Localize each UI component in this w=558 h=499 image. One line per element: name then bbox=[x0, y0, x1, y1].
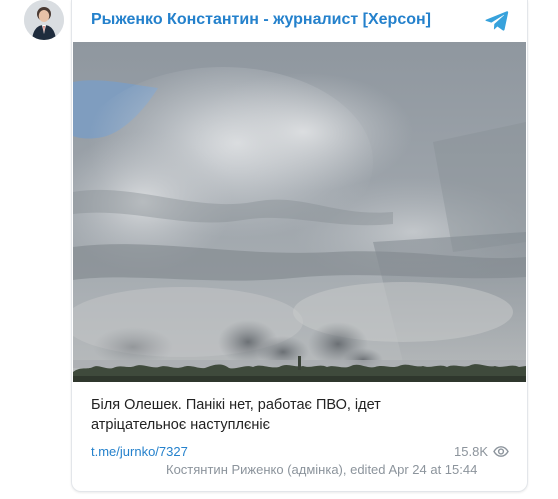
post-text-line-1: Біля Олешек. Панікі нет, работає ПВО, ід… bbox=[91, 397, 381, 413]
view-count-value: 15.8K bbox=[454, 444, 488, 459]
post-author: Костянтин Риженко (адмінка), edited bbox=[166, 462, 386, 477]
post-photo[interactable] bbox=[73, 42, 526, 382]
eye-icon bbox=[493, 446, 509, 457]
avatar-image bbox=[24, 0, 64, 40]
post-date[interactable]: Apr 24 at 15:44 bbox=[388, 462, 477, 477]
view-count: 15.8K bbox=[454, 444, 509, 459]
cloudy-sky-photo bbox=[73, 42, 526, 382]
channel-title[interactable]: Рыженко Константин - журналист [Херсон] bbox=[91, 11, 431, 29]
telegram-icon[interactable] bbox=[485, 10, 509, 32]
channel-avatar[interactable] bbox=[24, 0, 64, 40]
post-header: Рыженко Константин - журналист [Херсон] bbox=[72, 0, 527, 42]
post-text-line-2: атріцательноє наступлєніє bbox=[91, 417, 271, 433]
post-link[interactable]: t.me/jurnko/7327 bbox=[91, 444, 188, 459]
post-meta: Костянтин Риженко (адмінка), edited Apr … bbox=[166, 462, 477, 477]
post-text: Біля Олешек. Панікі нет, работає ПВО, ід… bbox=[91, 395, 506, 435]
telegram-widget-page: Рыженко Константин - журналист [Херсон] bbox=[0, 0, 558, 499]
post-card: Рыженко Константин - журналист [Херсон] bbox=[71, 0, 528, 492]
